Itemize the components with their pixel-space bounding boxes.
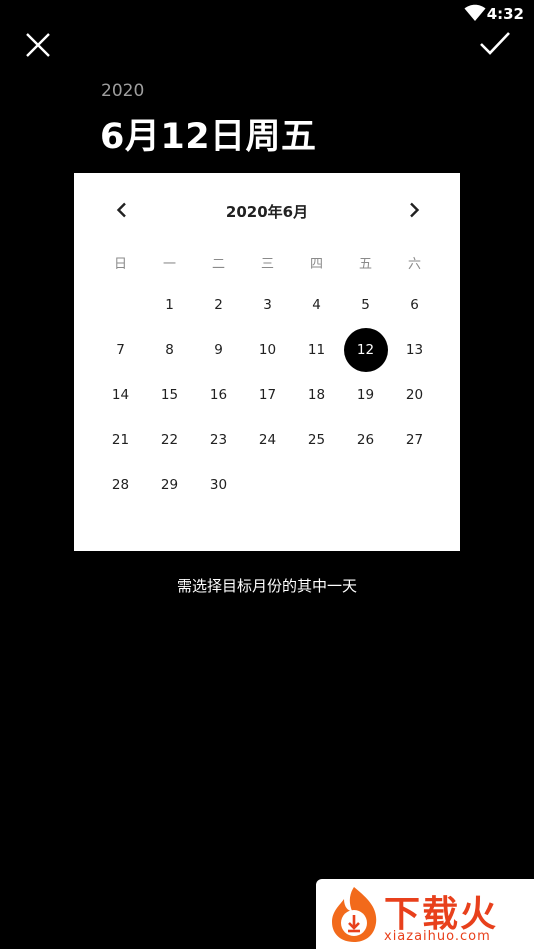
- day-number: 6: [410, 297, 419, 314]
- day-cell[interactable]: 23: [194, 417, 243, 462]
- day-number: 25: [307, 431, 326, 448]
- day-cell[interactable]: 6: [390, 283, 439, 328]
- flame-logo-icon: [332, 887, 377, 942]
- weekday-label: 一: [162, 257, 176, 272]
- chevron-right-icon: [410, 202, 420, 218]
- day-cell[interactable]: 15: [145, 373, 194, 418]
- day-number: 27: [405, 431, 424, 448]
- day-number: 11: [307, 342, 326, 359]
- day-number: 20: [405, 386, 424, 403]
- day-number: 17: [258, 386, 277, 403]
- day-cell[interactable]: 11: [292, 328, 341, 373]
- day-number: 9: [214, 342, 223, 359]
- day-cell-selected[interactable]: 12: [341, 328, 390, 373]
- day-cell[interactable]: 28: [96, 462, 145, 507]
- day-grid: 1 2 3 4 5 6 7 8 9 10 11 12 13 14 15 16 17 18 19 20 21 22 23 24 2…: [96, 283, 439, 507]
- watermark: 下载火 xiazaihuo.com: [316, 879, 534, 949]
- day-cell[interactable]: 9: [194, 328, 243, 373]
- day-cell[interactable]: 29: [145, 462, 194, 507]
- day-number: 8: [165, 342, 174, 359]
- day-cell[interactable]: 26: [341, 417, 390, 462]
- status-bar: 4:32: [0, 0, 534, 28]
- day-number: 1: [165, 297, 174, 314]
- confirm-button[interactable]: [474, 23, 516, 65]
- day-cell[interactable]: 21: [96, 417, 145, 462]
- day-number: 12: [343, 328, 388, 373]
- close-icon: [26, 33, 50, 57]
- day-cell[interactable]: 20: [390, 373, 439, 418]
- hint-text: 需选择目标月份的其中一天: [176, 577, 357, 595]
- day-number: 15: [160, 386, 179, 403]
- day-cell[interactable]: 22: [145, 417, 194, 462]
- day-number: 16: [209, 386, 228, 403]
- day-number: 26: [356, 431, 375, 448]
- day-cell[interactable]: 13: [390, 328, 439, 373]
- day-number: 7: [116, 342, 125, 359]
- day-cell[interactable]: 24: [243, 417, 292, 462]
- weekday-row: 日 一 二 三 四 五 六: [96, 253, 439, 273]
- check-icon: [480, 32, 510, 55]
- weekday-label: 二: [211, 257, 225, 272]
- day-number: 24: [258, 431, 277, 448]
- day-number: 2: [214, 297, 223, 314]
- day-cell[interactable]: 5: [341, 283, 390, 328]
- day-number: 28: [111, 476, 130, 493]
- weekday-label: 五: [358, 257, 372, 272]
- day-cell[interactable]: 1: [145, 283, 194, 328]
- calendar-header: 2020年6月: [74, 195, 460, 225]
- day-number: 5: [361, 297, 370, 314]
- weekday-label: 三: [260, 257, 274, 272]
- weekday-label: 六: [407, 257, 421, 272]
- day-cell[interactable]: 30: [194, 462, 243, 507]
- day-cell[interactable]: 27: [390, 417, 439, 462]
- day-cell[interactable]: 19: [341, 373, 390, 418]
- day-number: 22: [160, 431, 179, 448]
- day-cell[interactable]: 7: [96, 328, 145, 373]
- calendar-panel: 2020年6月 日 一 二 三 四 五 六 1 2 3 4 5 6 7 8 9 10 11 12 13 1…: [74, 173, 460, 551]
- day-cell[interactable]: 4: [292, 283, 341, 328]
- day-number: 21: [111, 431, 130, 448]
- selected-date-title: 6月12日周五: [100, 117, 317, 157]
- watermark-url: xiazaihuo.com: [384, 929, 491, 944]
- wifi-icon: [464, 4, 486, 21]
- weekday-label: 日: [113, 257, 127, 272]
- day-number: 14: [111, 386, 130, 403]
- day-number: [99, 283, 143, 327]
- status-time: 4:32: [486, 5, 524, 23]
- day-cell[interactable]: 18: [292, 373, 341, 418]
- year-label: 2020: [101, 81, 145, 101]
- day-cell[interactable]: 14: [96, 373, 145, 418]
- day-number: 30: [209, 476, 228, 493]
- day-number: 18: [307, 386, 326, 403]
- day-cell[interactable]: 8: [145, 328, 194, 373]
- day-number: 4: [312, 297, 321, 314]
- day-number: 13: [405, 342, 424, 359]
- day-number: 3: [263, 297, 272, 314]
- day-cell[interactable]: 16: [194, 373, 243, 418]
- day-number: 19: [356, 386, 375, 403]
- close-button[interactable]: [18, 25, 58, 65]
- day-number: 29: [160, 476, 179, 493]
- day-cell[interactable]: 2: [194, 283, 243, 328]
- day-cell[interactable]: 10: [243, 328, 292, 373]
- next-month-button[interactable]: [399, 195, 429, 225]
- day-cell[interactable]: 17: [243, 373, 292, 418]
- day-empty: [96, 283, 145, 328]
- weekday-label: 四: [309, 257, 323, 272]
- day-number: 23: [209, 431, 228, 448]
- day-number: 10: [258, 342, 277, 359]
- day-cell[interactable]: 3: [243, 283, 292, 328]
- day-cell[interactable]: 25: [292, 417, 341, 462]
